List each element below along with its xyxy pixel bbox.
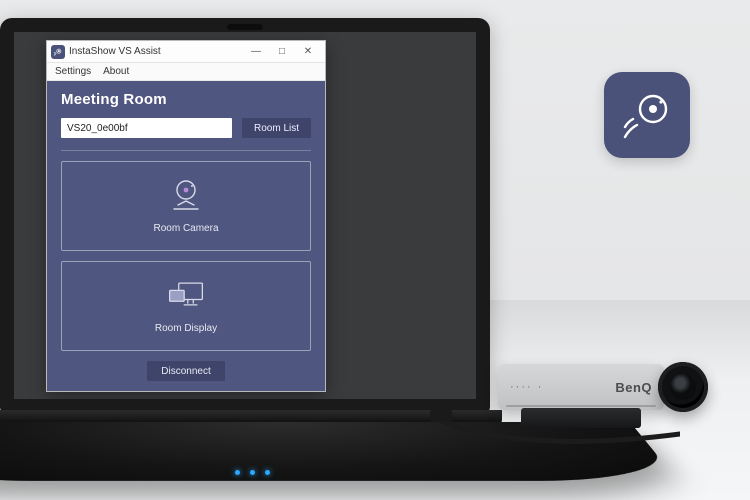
laptop-base [0, 422, 678, 481]
footer: Disconnect [61, 361, 311, 383]
app-window: InstaShow VS Assist — □ ✕ Settings About… [46, 40, 326, 392]
laptop-status-leds [235, 470, 270, 475]
room-camera-label: Room Camera [153, 223, 218, 234]
room-row: Room List [61, 118, 311, 138]
laptop-notch [227, 24, 263, 30]
room-display-label: Room Display [155, 323, 217, 334]
menubar: Settings About [47, 63, 325, 81]
divider [61, 150, 311, 151]
room-list-button[interactable]: Room List [242, 118, 311, 138]
room-camera-card[interactable]: Room Camera [61, 161, 311, 251]
page-title: Meeting Room [61, 91, 311, 108]
app-body: Meeting Room Room List [47, 81, 325, 391]
webcam-ports: ···· · [510, 381, 543, 393]
webcam-device: ···· · BenQ [498, 356, 708, 418]
laptop-bezel: InstaShow VS Assist — □ ✕ Settings About… [0, 18, 490, 413]
window-title: InstaShow VS Assist [69, 46, 161, 57]
disconnect-button[interactable]: Disconnect [147, 361, 224, 381]
laptop: InstaShow VS Assist — □ ✕ Settings About… [0, 18, 510, 488]
app-icon [51, 45, 65, 59]
titlebar: InstaShow VS Assist — □ ✕ [47, 41, 325, 63]
menu-about[interactable]: About [103, 66, 129, 77]
product-app-tile [604, 72, 690, 158]
webcam-body: ···· · BenQ [498, 364, 664, 410]
menu-settings[interactable]: Settings [55, 66, 91, 77]
display-icon [166, 277, 206, 311]
close-button[interactable]: ✕ [295, 41, 321, 63]
laptop-screen: InstaShow VS Assist — □ ✕ Settings About… [14, 32, 476, 399]
webcam-lens [658, 362, 708, 412]
webcam-mount [521, 408, 641, 428]
minimize-button[interactable]: — [243, 41, 269, 63]
room-name-input[interactable] [61, 118, 232, 138]
camera-icon [166, 177, 206, 211]
room-display-card[interactable]: Room Display [61, 261, 311, 351]
scene: InstaShow VS Assist — □ ✕ Settings About… [0, 0, 750, 500]
webcam-brand: BenQ [615, 380, 652, 395]
maximize-button[interactable]: □ [269, 41, 295, 63]
